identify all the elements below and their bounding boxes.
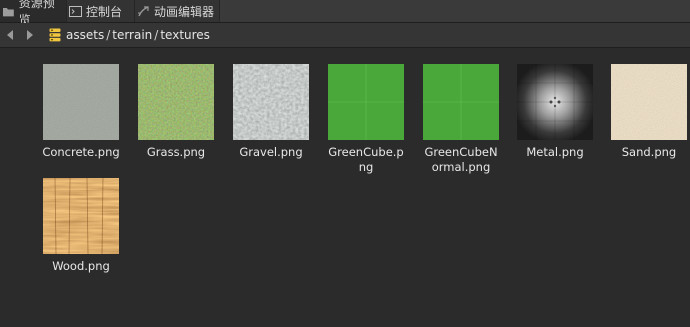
asset-name: Concrete.png xyxy=(42,145,120,159)
asset-name: Gravel.png xyxy=(239,145,303,159)
breadcrumb-assets[interactable]: assets xyxy=(66,28,104,42)
forward-button[interactable] xyxy=(23,28,37,42)
asset-name: GreenCube.png xyxy=(328,145,404,174)
green-texture-thumbnail xyxy=(423,64,499,140)
tab-console[interactable]: 控制台 xyxy=(67,0,135,22)
asset-item-greencubenormal[interactable]: GreenCubeNormal.png xyxy=(416,64,506,175)
metal-texture-thumbnail xyxy=(517,64,593,140)
animation-icon xyxy=(138,5,149,16)
database-icon xyxy=(49,28,61,42)
breadcrumb-textures[interactable]: textures xyxy=(160,28,210,42)
asset-name: Wood.png xyxy=(52,259,110,273)
tab-animation-editor[interactable]: 动画编辑器 xyxy=(135,0,220,22)
panel-tabs: 资源预览 控制台 动画编辑器 xyxy=(0,0,690,27)
grass-texture-thumbnail xyxy=(138,64,214,140)
asset-name: Metal.png xyxy=(526,145,584,159)
tab-label: 动画编辑器 xyxy=(154,4,215,19)
concrete-texture-thumbnail xyxy=(43,64,119,140)
asset-name: GreenCubeNormal.png xyxy=(424,145,498,174)
assets-panel: 资源预览 控制台 动画编辑器 assets / terrain / textur… xyxy=(0,0,690,327)
breadcrumb-terrain[interactable]: terrain xyxy=(112,28,152,42)
wood-texture-thumbnail xyxy=(43,178,119,254)
asset-name: Sand.png xyxy=(621,145,677,159)
asset-item-sand[interactable]: Sand.png xyxy=(604,64,690,160)
asset-item-concrete[interactable]: Concrete.png xyxy=(36,64,126,160)
folder-icon xyxy=(2,7,14,16)
breadcrumb-separator: / xyxy=(154,28,159,42)
console-icon xyxy=(69,5,82,17)
tab-assets-preview[interactable]: 资源预览 xyxy=(0,0,67,27)
path-bar: assets / terrain / textures xyxy=(0,23,690,48)
asset-item-metal[interactable]: Metal.png xyxy=(510,64,600,160)
back-button[interactable] xyxy=(3,28,17,42)
asset-item-grass[interactable]: Grass.png xyxy=(131,64,221,160)
asset-item-greencube[interactable]: GreenCube.png xyxy=(321,64,411,175)
arrow-right-icon xyxy=(27,30,33,40)
sand-texture-thumbnail xyxy=(611,64,687,140)
asset-item-gravel[interactable]: Gravel.png xyxy=(226,64,316,160)
gravel-texture-thumbnail xyxy=(233,64,309,140)
asset-name: Grass.png xyxy=(146,145,206,159)
breadcrumb-separator: / xyxy=(106,28,111,42)
asset-grid: Concrete.png Grass.png Gravel.png GreenC… xyxy=(0,49,690,327)
tab-label: 控制台 xyxy=(86,4,123,19)
breadcrumb: assets / terrain / textures xyxy=(66,27,210,43)
green-texture-thumbnail xyxy=(328,64,404,140)
arrow-left-icon xyxy=(7,30,13,40)
asset-item-wood[interactable]: Wood.png xyxy=(36,178,126,274)
